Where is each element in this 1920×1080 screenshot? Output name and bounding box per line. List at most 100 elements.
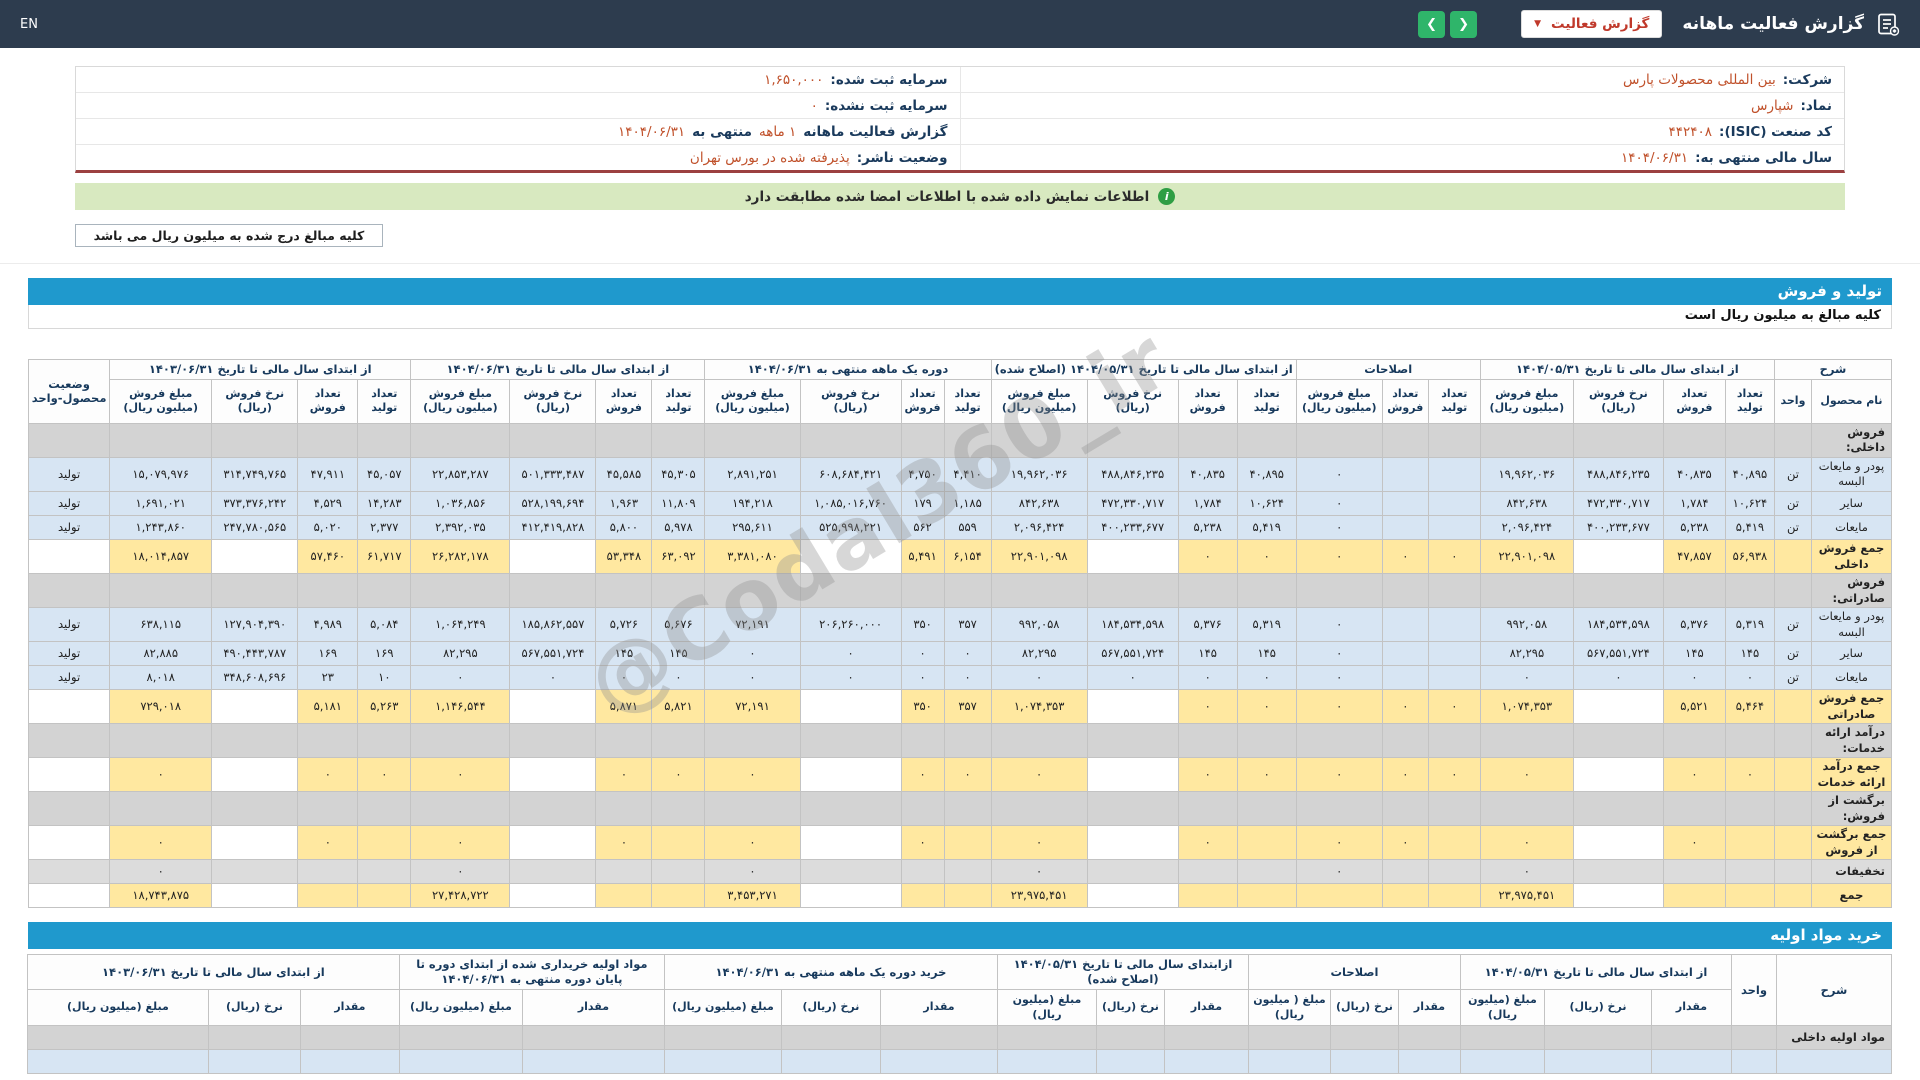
unit-cell	[1773, 883, 1812, 909]
value-cell: ۰	[990, 825, 1088, 861]
value-cell: ۰	[1662, 665, 1726, 691]
value-cell	[1572, 859, 1664, 885]
value-cell: ۰	[1479, 859, 1574, 885]
value-cell	[410, 723, 511, 759]
value-cell	[26, 1025, 209, 1051]
row-name-cell: جمع فروش داخلی	[1810, 538, 1893, 575]
value-cell	[900, 791, 945, 827]
value-cell	[1177, 883, 1238, 909]
value-cell: ۲۳,۹۷۵,۴۵۱	[990, 883, 1088, 909]
value-cell	[651, 825, 706, 861]
value-cell: ۲,۰۹۶,۴۲۴	[990, 515, 1088, 540]
table-row: درآمد ارائه خدمات:	[27, 723, 1893, 759]
value-cell: ۵,۳۱۹	[1724, 607, 1775, 643]
value-cell: ۰	[410, 665, 511, 691]
value-cell	[509, 757, 597, 793]
unit-cell	[1773, 791, 1812, 827]
value-cell	[211, 883, 299, 909]
value-cell: ۴۱۲,۴۱۹,۸۲۸	[509, 515, 597, 540]
value-cell	[595, 422, 653, 458]
value-cell	[799, 723, 902, 759]
value-cell	[1236, 791, 1297, 827]
value-cell	[996, 1025, 1097, 1051]
value-cell	[1381, 573, 1429, 609]
value-cell	[1236, 859, 1297, 885]
info-value: ۱,۶۵۰,۰۰۰	[764, 71, 824, 88]
column-group-header: از ابتدای سال مالی تا تاریخ ۱۴۰۴/۰۵/۳۱	[1479, 359, 1775, 380]
value-cell	[1086, 791, 1179, 827]
value-cell: ۴,۷۵۰	[900, 456, 945, 493]
value-cell	[943, 573, 992, 609]
value-cell	[595, 573, 653, 609]
report-type-dropdown[interactable]: گزارش فعالیت ▼	[1521, 10, 1663, 38]
row-name-cell: درآمد ارائه خدمات:	[1810, 723, 1893, 759]
value-cell: ۳۴۸,۶۰۸,۶۹۶	[211, 665, 299, 691]
column-header: مقدار	[1397, 989, 1461, 1027]
table-row: جمع درآمد ارائه خدمات ۰ ۰ ۰ ۰ ۰ ۰ ۰ ۰ ۰ ۰ ۰ ۰ ۰ ۰ ۰ ۰ ۰ ۰	[27, 757, 1893, 793]
topbar: گزارش فعالیت ماهانه گزارش فعالیت ▼ ❮ ❯ E…	[0, 0, 1920, 48]
value-cell	[1381, 607, 1429, 643]
value-cell: ۰	[410, 757, 511, 793]
value-cell	[1086, 723, 1179, 759]
value-cell: ۰	[1236, 538, 1297, 575]
unit-cell	[1731, 1049, 1777, 1075]
unit-cell	[1773, 825, 1812, 861]
value-cell	[879, 1049, 998, 1075]
chevron-down-icon: ▼	[1534, 19, 1542, 29]
value-cell: ۰	[1724, 665, 1775, 691]
report-icon	[1874, 11, 1900, 37]
value-cell: ۵,۰۸۴	[357, 607, 412, 643]
column-header: تعداد فروش	[1381, 378, 1429, 424]
column-group-header: اصلاحات	[1247, 954, 1461, 991]
info-label: نماد:	[1800, 97, 1832, 114]
value-cell: ۱۶۹	[357, 641, 412, 667]
value-cell: ۲۴۷,۷۸۰,۵۶۵	[211, 515, 299, 540]
value-cell: ۵۶۲	[900, 515, 945, 540]
value-cell: ۰	[1427, 538, 1481, 575]
column-header: نرخ (ریال)	[1095, 989, 1165, 1027]
row-name-cell	[1776, 1049, 1892, 1075]
value-cell: ۱۸۴,۵۳۴,۵۹۸	[1572, 607, 1664, 643]
value-cell: ۱,۹۶۳	[595, 491, 653, 516]
column-header: تعداد فروش	[1177, 378, 1238, 424]
sharh-header: شرح	[1773, 359, 1893, 380]
column-header: نرخ (ریال)	[207, 989, 301, 1027]
table-row: پودر و مایعات البسه تن ۴۰,۸۹۵ ۴۰,۸۳۵ ۴۸۸,۸۴۶…	[27, 456, 1893, 493]
row-name-cell: تخفیفات	[1810, 859, 1893, 885]
value-cell: ۰	[704, 825, 801, 861]
company-info-cell: کد صنعت (ISIC): ۴۴۲۴۰۸	[959, 119, 1845, 144]
value-cell: ۰	[651, 665, 706, 691]
language-toggle-en[interactable]: EN	[20, 17, 38, 32]
prev-report-button[interactable]: ❮	[1418, 10, 1446, 38]
value-cell	[297, 573, 359, 609]
value-cell: ۰	[1236, 689, 1297, 725]
value-cell: ۱۴,۲۸۳	[357, 491, 412, 516]
value-cell	[1427, 573, 1481, 609]
table-subheader-row: مقدار نرخ (ریال) مبلغ (میلیون ریال) مقدار نر…	[26, 989, 1891, 1027]
value-cell: ۰	[595, 757, 653, 793]
unit-cell	[1773, 689, 1812, 725]
column-header: مبلغ (میلیون ریال)	[1459, 989, 1546, 1027]
value-cell	[900, 723, 945, 759]
value-cell: ۰	[410, 825, 511, 861]
column-header: مبلغ فروش (میلیون ریال)	[410, 378, 511, 424]
next-report-button[interactable]: ❯	[1450, 10, 1478, 38]
unit-cell	[1773, 422, 1812, 458]
company-info-cell: سرمایه ثبت شده: ۱,۶۵۰,۰۰۰	[76, 67, 960, 92]
column-header: تعداد فروش	[1662, 378, 1726, 424]
value-cell	[1662, 723, 1726, 759]
status-cell	[27, 859, 111, 885]
row-name-cell: مایعات	[1810, 515, 1893, 540]
value-cell	[1236, 573, 1297, 609]
value-cell	[357, 573, 412, 609]
column-header: نرخ (ریال)	[780, 989, 881, 1027]
unit-cell	[1731, 1025, 1777, 1051]
value-cell: ۰	[109, 859, 213, 885]
column-group-header: از ابتدای سال مالی تا تاریخ ۱۴۰۴/۰۵/۳۱	[1459, 954, 1733, 991]
value-cell	[410, 422, 511, 458]
value-cell: ۰	[1236, 757, 1297, 793]
column-header: تعداد فروش	[900, 378, 945, 424]
value-cell: ۱۸,۰۱۴,۸۵۷	[109, 538, 213, 575]
value-cell: ۰	[1295, 515, 1383, 540]
value-cell	[357, 422, 412, 458]
